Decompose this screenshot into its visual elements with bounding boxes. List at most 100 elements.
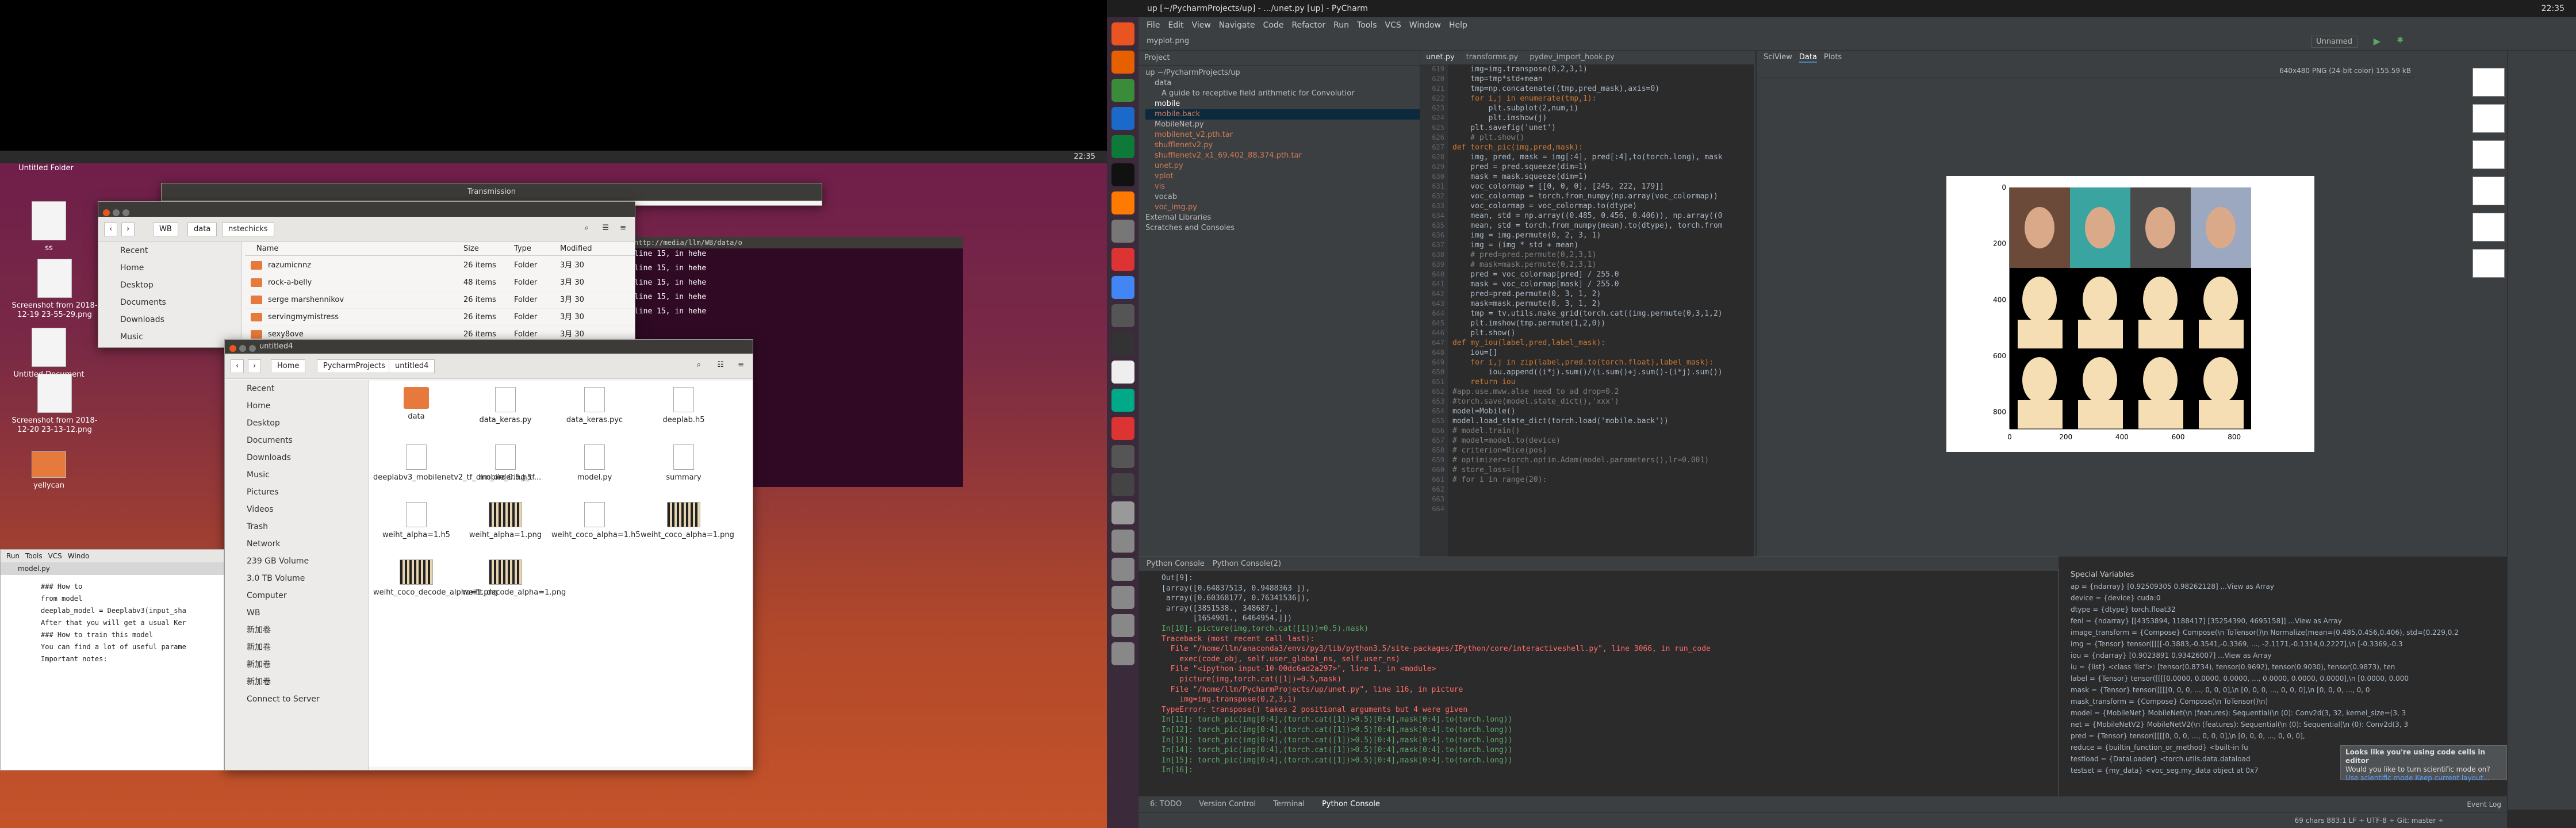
path-crumb[interactable]: WB [153,223,178,236]
variable-row[interactable]: img = {Tensor} tensor([[[[-0.3883,-0.354… [2059,638,2507,650]
files-window-nstechicks[interactable]: ‹ › WB data nstechicks ⌕ ☰ ≡ Recent Home Desktop D… [98,201,635,348]
variable-row[interactable]: ap = {ndarray} [0.92509305 0.98262128] .… [2059,581,2507,592]
sidebar-item[interactable]: 新加卷 [225,639,368,656]
menu-item[interactable]: Code [1263,21,1284,30]
tree-item[interactable]: External Libraries [1145,213,1420,223]
forward-button[interactable]: › [248,359,262,373]
breadcrumb[interactable]: myplot.png [1147,37,1189,45]
sidebar-item[interactable]: Recent [225,380,368,397]
back-button[interactable]: ‹ [104,223,118,236]
file-item[interactable]: weiht_coco_decode_alpha=1.png [373,559,498,597]
sidebar-item[interactable]: Recent [98,242,241,259]
sidebar-item[interactable]: Documents [98,294,241,311]
launcher-app-icon[interactable] [1111,304,1134,327]
console-tab[interactable]: Python Console [1147,559,1205,568]
variable-row[interactable]: mask_transform = {Compose} Compose(\n To… [2059,696,2507,707]
launcher-app-icon[interactable] [1111,501,1134,524]
launcher-app-icon[interactable] [1111,163,1134,186]
sciview-tab[interactable]: SciView [1764,53,1792,62]
tree-item[interactable]: voc_img.py [1145,202,1420,213]
launcher-app-icon[interactable] [1111,135,1134,158]
menu-icon[interactable]: ≡ [738,361,744,369]
search-icon[interactable]: ⌕ [697,361,701,369]
menu-item[interactable]: Help [1449,21,1467,30]
sidebar-item[interactable]: 新加卷 [225,656,368,673]
project-header[interactable]: Project [1138,51,1420,66]
console-tab[interactable]: Python Console(2) [1213,559,1281,568]
view-grid-icon[interactable]: ☷ [717,361,724,369]
sidebar-item[interactable]: Videos [225,501,368,518]
tree-item[interactable]: mobilenet_v2.pth.tar [1145,130,1420,140]
desktop-icon[interactable]: Screenshot from 2018-12-20 23-13-12.png [12,374,98,435]
variable-row[interactable]: image_transform = {Compose} Compose(\n T… [2059,627,2507,638]
variable-row[interactable]: model = {MobileNet} MobileNet(\n (featur… [2059,707,2507,719]
editor-tab[interactable]: pydev_import_hook.py [1529,53,1615,62]
peek-tab[interactable]: model.py [1,562,224,575]
desktop-icon[interactable]: ss [6,201,92,253]
variable-row[interactable]: device = {device} cuda:0 [2059,592,2507,604]
python-console[interactable]: Python Console Python Console(2) Out[9]: [… [1138,557,2058,796]
path-crumb[interactable]: Home [271,359,306,373]
file-item[interactable]: weiht_coco_alpha=1.png [641,502,734,539]
menu-item[interactable]: Edit [1168,21,1183,30]
file-item[interactable]: model.py [551,444,638,482]
peek-menu-item[interactable]: Tools [25,552,43,560]
tree-item[interactable]: A guide to receptive field arithmetic fo… [1145,89,1420,99]
table-row[interactable]: razumicnnz 26 items Folder 3月 30 [245,257,635,274]
tree-item[interactable]: vis [1145,182,1420,192]
desktop-icon[interactable]: Untitled Folder [3,164,89,173]
launcher-app-icon[interactable] [1111,248,1134,271]
peek-menu-item[interactable]: VCS [48,552,62,560]
launcher-app-icon[interactable] [1111,107,1134,130]
variable-row[interactable]: mask = {Tensor} tensor([[[[0, 0, 0, ...,… [2059,684,2507,696]
sidebar-item[interactable]: 新加卷 [225,673,368,691]
launcher-app-icon[interactable] [1111,276,1134,299]
bottom-tab[interactable]: 6: TODO [1150,800,1182,808]
sidebar-item[interactable]: 新加卷 [225,622,368,639]
sidebar-item[interactable]: 239 GB Volume [225,553,368,570]
tree-item[interactable]: Scratches and Consoles [1145,223,1420,233]
launcher-app-icon[interactable] [1111,586,1134,609]
sidebar-item[interactable]: Trash [225,518,368,535]
variable-row[interactable]: label = {Tensor} tensor([[[[0.0000, 0.00… [2059,673,2507,684]
file-item[interactable]: weiht_alpha=1.png [462,502,549,539]
sidebar-item[interactable]: Documents [225,432,368,449]
sidebar-item[interactable]: Music [225,466,368,484]
variable-row[interactable]: iou = {ndarray} [0.9023891 0.93426007] .… [2059,650,2507,661]
file-item[interactable]: data_keras.pyc [551,387,638,424]
editor-tab[interactable]: transforms.py [1466,53,1519,62]
tree-item[interactable]: data [1145,78,1420,89]
tree-item[interactable]: shufflenetv2.py [1145,140,1420,151]
launcher-app-icon[interactable] [1111,191,1134,214]
tree-item[interactable]: mobile [1145,99,1420,109]
desktop-icon[interactable]: yellycan [6,451,92,490]
variable-row[interactable]: net = {MobileNetV2} MobileNetV2(\n (feat… [2059,719,2507,730]
file-item[interactable]: data_keras.py [462,387,549,424]
file-item[interactable]: deeplabv3_mobilenetv2_tf_dim_ordering_tf… [373,444,541,482]
launcher-app-icon[interactable] [1111,642,1134,665]
sidebar-item[interactable]: Network [225,535,368,553]
sidebar-item[interactable]: Desktop [98,277,241,294]
notification-links[interactable]: Use scientific mode Keep current layout.… [2345,774,2502,783]
desktop-icon[interactable]: Screenshot from 2018-12-19 23-55-29.png [12,259,98,320]
plot-thumbnail[interactable] [2472,249,2505,278]
file-item[interactable]: weiht_coco_alpha=1.h5 [551,502,641,539]
launcher-app-icon[interactable] [1111,22,1134,45]
launcher-app-icon[interactable] [1111,417,1134,440]
plot-thumbnail[interactable] [2472,213,2505,241]
table-row[interactable]: rock-a-belly 48 items Folder 3月 30 [245,274,635,292]
path-crumb[interactable]: data [187,223,217,236]
col-size[interactable]: Size [463,244,479,253]
menu-item[interactable]: View [1192,21,1211,30]
view-list-icon[interactable]: ☰ [602,224,609,232]
sidebar-item[interactable]: Home [98,259,241,277]
desktop-icon[interactable]: Untitled Document [6,328,92,379]
run-icon[interactable]: ▶ [2374,36,2380,47]
menu-item[interactable]: Run [1333,21,1349,30]
col-name[interactable]: Name [256,244,278,253]
launcher-app-icon[interactable] [1111,220,1134,243]
sidebar-item[interactable]: Pictures [225,484,368,501]
variable-row[interactable]: iu = {list} <class 'list'>: [tensor(0.87… [2059,661,2507,673]
sidebar-item[interactable]: Computer [225,587,368,604]
sidebar-item[interactable]: Home [225,397,368,415]
